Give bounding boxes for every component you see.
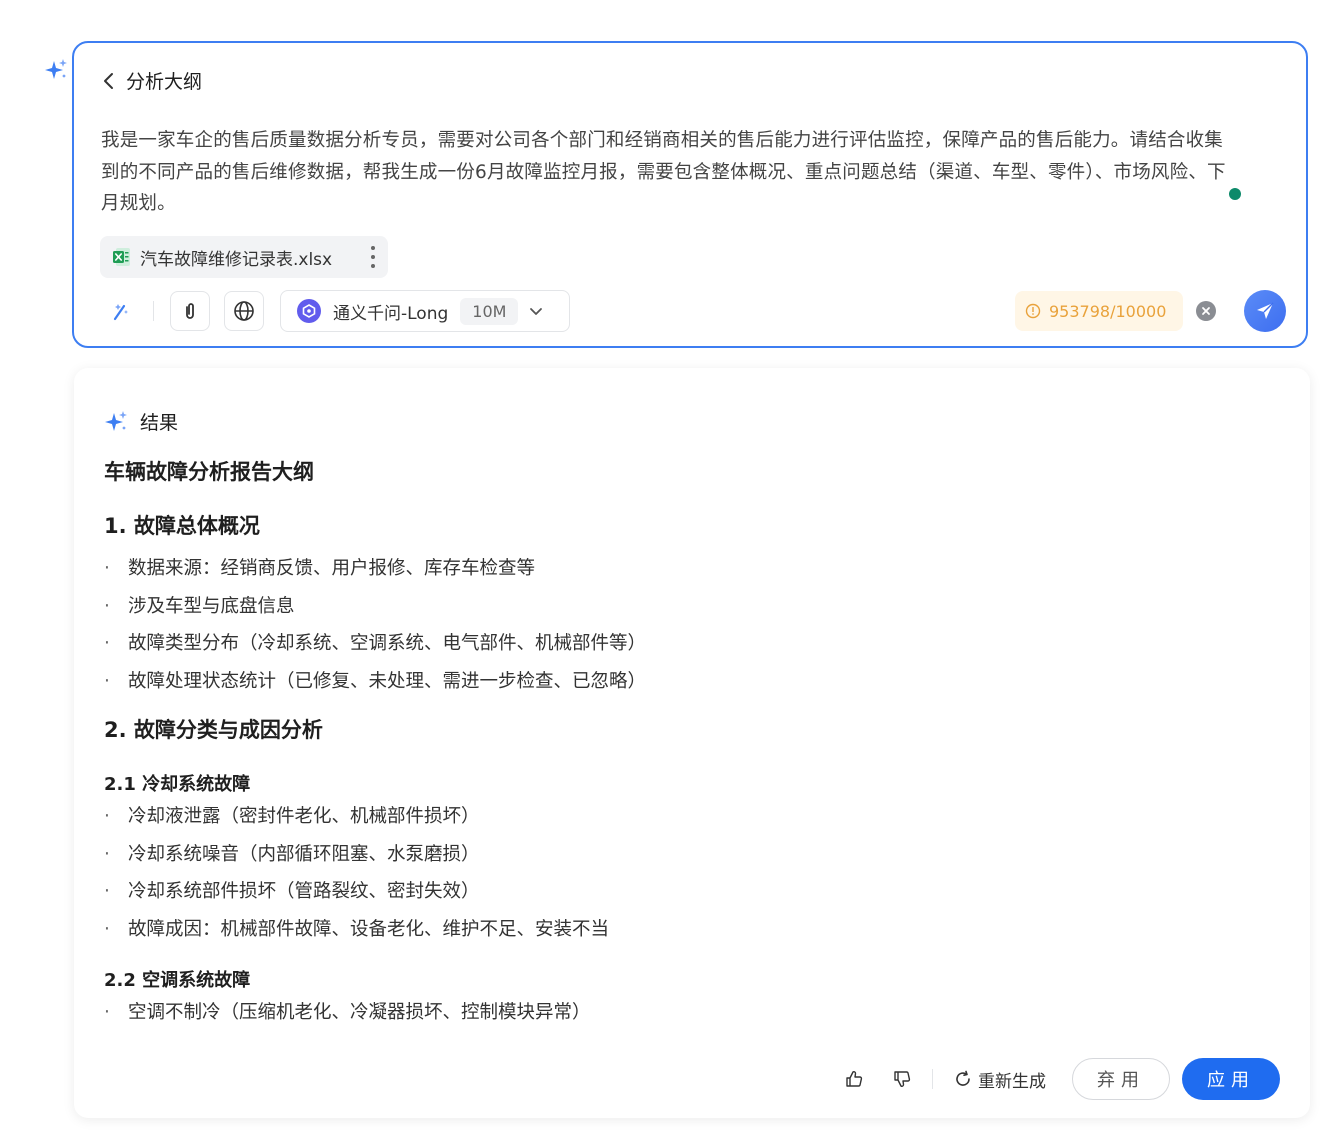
web-search-button[interactable]	[224, 291, 264, 331]
regenerate-label: 重新生成	[978, 1067, 1046, 1092]
dislike-button[interactable]	[892, 1069, 912, 1089]
model-name: 通义千问-Long	[333, 299, 448, 324]
list-item: 故障类型分布（冷却系统、空调系统、电气部件、机械部件等）	[104, 625, 1264, 663]
status-dot	[1229, 188, 1241, 200]
thumbs-down-icon	[893, 1070, 911, 1088]
globe-icon	[233, 300, 255, 322]
prompt-text[interactable]: 我是一家车企的售后质量数据分析专员，需要对公司各个部门和经销商相关的售后能力进行…	[101, 125, 1241, 220]
attachment-chip[interactable]: 汽车故障维修记录表.xlsx	[100, 236, 388, 278]
outline-title: 车辆故障分析报告大纲	[104, 456, 1264, 486]
clear-icon	[1201, 306, 1211, 316]
result-panel: 结果 车辆故障分析报告大纲 1. 故障总体概况 数据来源：经销商反馈、用户报修、…	[74, 368, 1310, 1118]
list-item: 冷却系统部件损坏（管路裂纹、密封失效）	[104, 873, 1264, 911]
section-2-2-list: 空调不制冷（压缩机老化、冷凝器损坏、控制模块异常）	[104, 994, 1264, 1032]
send-icon	[1255, 301, 1275, 321]
chevron-down-icon	[528, 303, 544, 319]
section-1-list: 数据来源：经销商反馈、用户报修、库存车检查等 涉及车型与底盘信息 故障类型分布（…	[104, 550, 1264, 700]
quota-badge: 953798/10000	[1015, 291, 1183, 331]
apply-button[interactable]: 应用	[1182, 1058, 1280, 1100]
toolbar-divider	[153, 301, 154, 321]
back-title: 分析大纲	[126, 67, 202, 94]
result-header: 结果	[104, 408, 178, 435]
paperclip-icon	[180, 301, 200, 321]
thumbs-up-icon	[845, 1070, 863, 1088]
subsection-heading: 2.1 冷却系统故障	[104, 770, 1264, 796]
model-selector[interactable]: 通义千问-Long 10M	[280, 290, 570, 332]
attach-button[interactable]	[170, 291, 210, 331]
subsection-heading: 2.2 空调系统故障	[104, 966, 1264, 992]
result-label: 结果	[140, 408, 178, 435]
discard-button[interactable]: 弃用	[1072, 1058, 1170, 1100]
result-actions: 重新生成 弃用 应用	[844, 1058, 1284, 1100]
sparkle-icon	[44, 58, 68, 82]
list-item: 空调不制冷（压缩机老化、冷凝器损坏、控制模块异常）	[104, 994, 1264, 1032]
list-item: 涉及车型与底盘信息	[104, 588, 1264, 626]
info-icon	[1025, 303, 1041, 319]
send-button[interactable]	[1244, 290, 1286, 332]
model-logo-icon	[297, 299, 321, 323]
refresh-icon	[954, 1070, 972, 1088]
regenerate-button[interactable]: 重新生成	[954, 1058, 1046, 1100]
like-button[interactable]	[844, 1069, 864, 1089]
list-item: 数据来源：经销商反馈、用户报修、库存车检查等	[104, 550, 1264, 588]
magic-wand-button[interactable]	[100, 291, 140, 331]
list-item: 冷却液泄露（密封件老化、机械部件损坏）	[104, 798, 1264, 836]
sparkle-icon	[104, 410, 128, 434]
back-button[interactable]: 分析大纲	[102, 67, 202, 94]
quota-text: 953798/10000	[1049, 302, 1166, 321]
actions-divider	[932, 1069, 933, 1089]
section-heading: 1. 故障总体概况	[104, 510, 1264, 540]
context-size-badge: 10M	[460, 298, 518, 325]
list-item: 冷却系统噪音（内部循环阻塞、水泵磨损）	[104, 836, 1264, 874]
magic-wand-icon	[109, 300, 131, 322]
chevron-left-icon	[102, 72, 116, 90]
excel-file-icon	[112, 247, 132, 267]
list-item: 故障处理状态统计（已修复、未处理、需进一步检查、已忽略）	[104, 663, 1264, 701]
clear-button[interactable]	[1196, 301, 1216, 321]
section-heading: 2. 故障分类与成因分析	[104, 714, 1264, 744]
prompt-panel: 分析大纲 我是一家车企的售后质量数据分析专员，需要对公司各个部门和经销商相关的售…	[72, 41, 1308, 348]
section-2-1-list: 冷却液泄露（密封件老化、机械部件损坏） 冷却系统噪音（内部循环阻塞、水泵磨损） …	[104, 798, 1264, 948]
outline-content: 车辆故障分析报告大纲 1. 故障总体概况 数据来源：经销商反馈、用户报修、库存车…	[104, 456, 1264, 1046]
input-toolbar: 通义千问-Long 10M 953798/10000	[100, 289, 1282, 333]
attachment-name: 汽车故障维修记录表.xlsx	[140, 245, 362, 270]
more-vertical-icon[interactable]	[370, 246, 376, 268]
list-item: 故障成因：机械部件故障、设备老化、维护不足、安装不当	[104, 911, 1264, 949]
